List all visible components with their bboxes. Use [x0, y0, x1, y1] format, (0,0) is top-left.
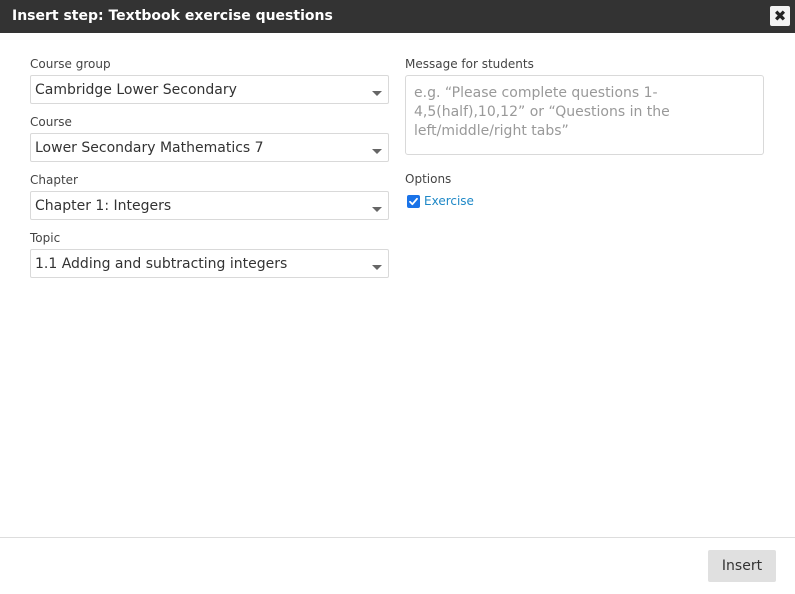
course-select[interactable]: Lower Secondary Mathematics 7: [30, 133, 389, 162]
course-label: Course: [30, 115, 72, 129]
chevron-down-icon: [372, 207, 382, 212]
exercise-label: Exercise: [424, 194, 474, 208]
footer-divider: [0, 537, 795, 538]
insert-step-dialog: Insert step: Textbook exercise questions…: [0, 0, 795, 594]
close-icon: ✖: [773, 7, 787, 25]
course-group-value: Cambridge Lower Secondary: [35, 82, 237, 98]
chapter-select[interactable]: Chapter 1: Integers: [30, 191, 389, 220]
course-group-select[interactable]: Cambridge Lower Secondary: [30, 75, 389, 104]
options-label: Options: [405, 172, 452, 186]
dialog-title: Insert step: Textbook exercise questions: [12, 8, 333, 24]
message-label: Message for students: [405, 57, 534, 71]
topic-label: Topic: [30, 231, 61, 245]
message-textarea[interactable]: [405, 75, 764, 155]
close-button[interactable]: ✖: [770, 6, 790, 26]
course-group-label: Course group: [30, 57, 111, 71]
insert-button[interactable]: Insert: [708, 550, 776, 582]
dialog-titlebar: Insert step: Textbook exercise questions…: [0, 0, 795, 33]
course-value: Lower Secondary Mathematics 7: [35, 140, 264, 156]
chapter-value: Chapter 1: Integers: [35, 198, 172, 214]
chevron-down-icon: [372, 265, 382, 270]
topic-value: 1.1 Adding and subtracting integers: [35, 256, 288, 272]
check-icon: [409, 197, 418, 206]
chapter-label: Chapter: [30, 173, 78, 187]
exercise-checkbox[interactable]: [407, 195, 420, 208]
chevron-down-icon: [372, 149, 382, 154]
topic-select[interactable]: 1.1 Adding and subtracting integers: [30, 249, 389, 278]
chevron-down-icon: [372, 91, 382, 96]
